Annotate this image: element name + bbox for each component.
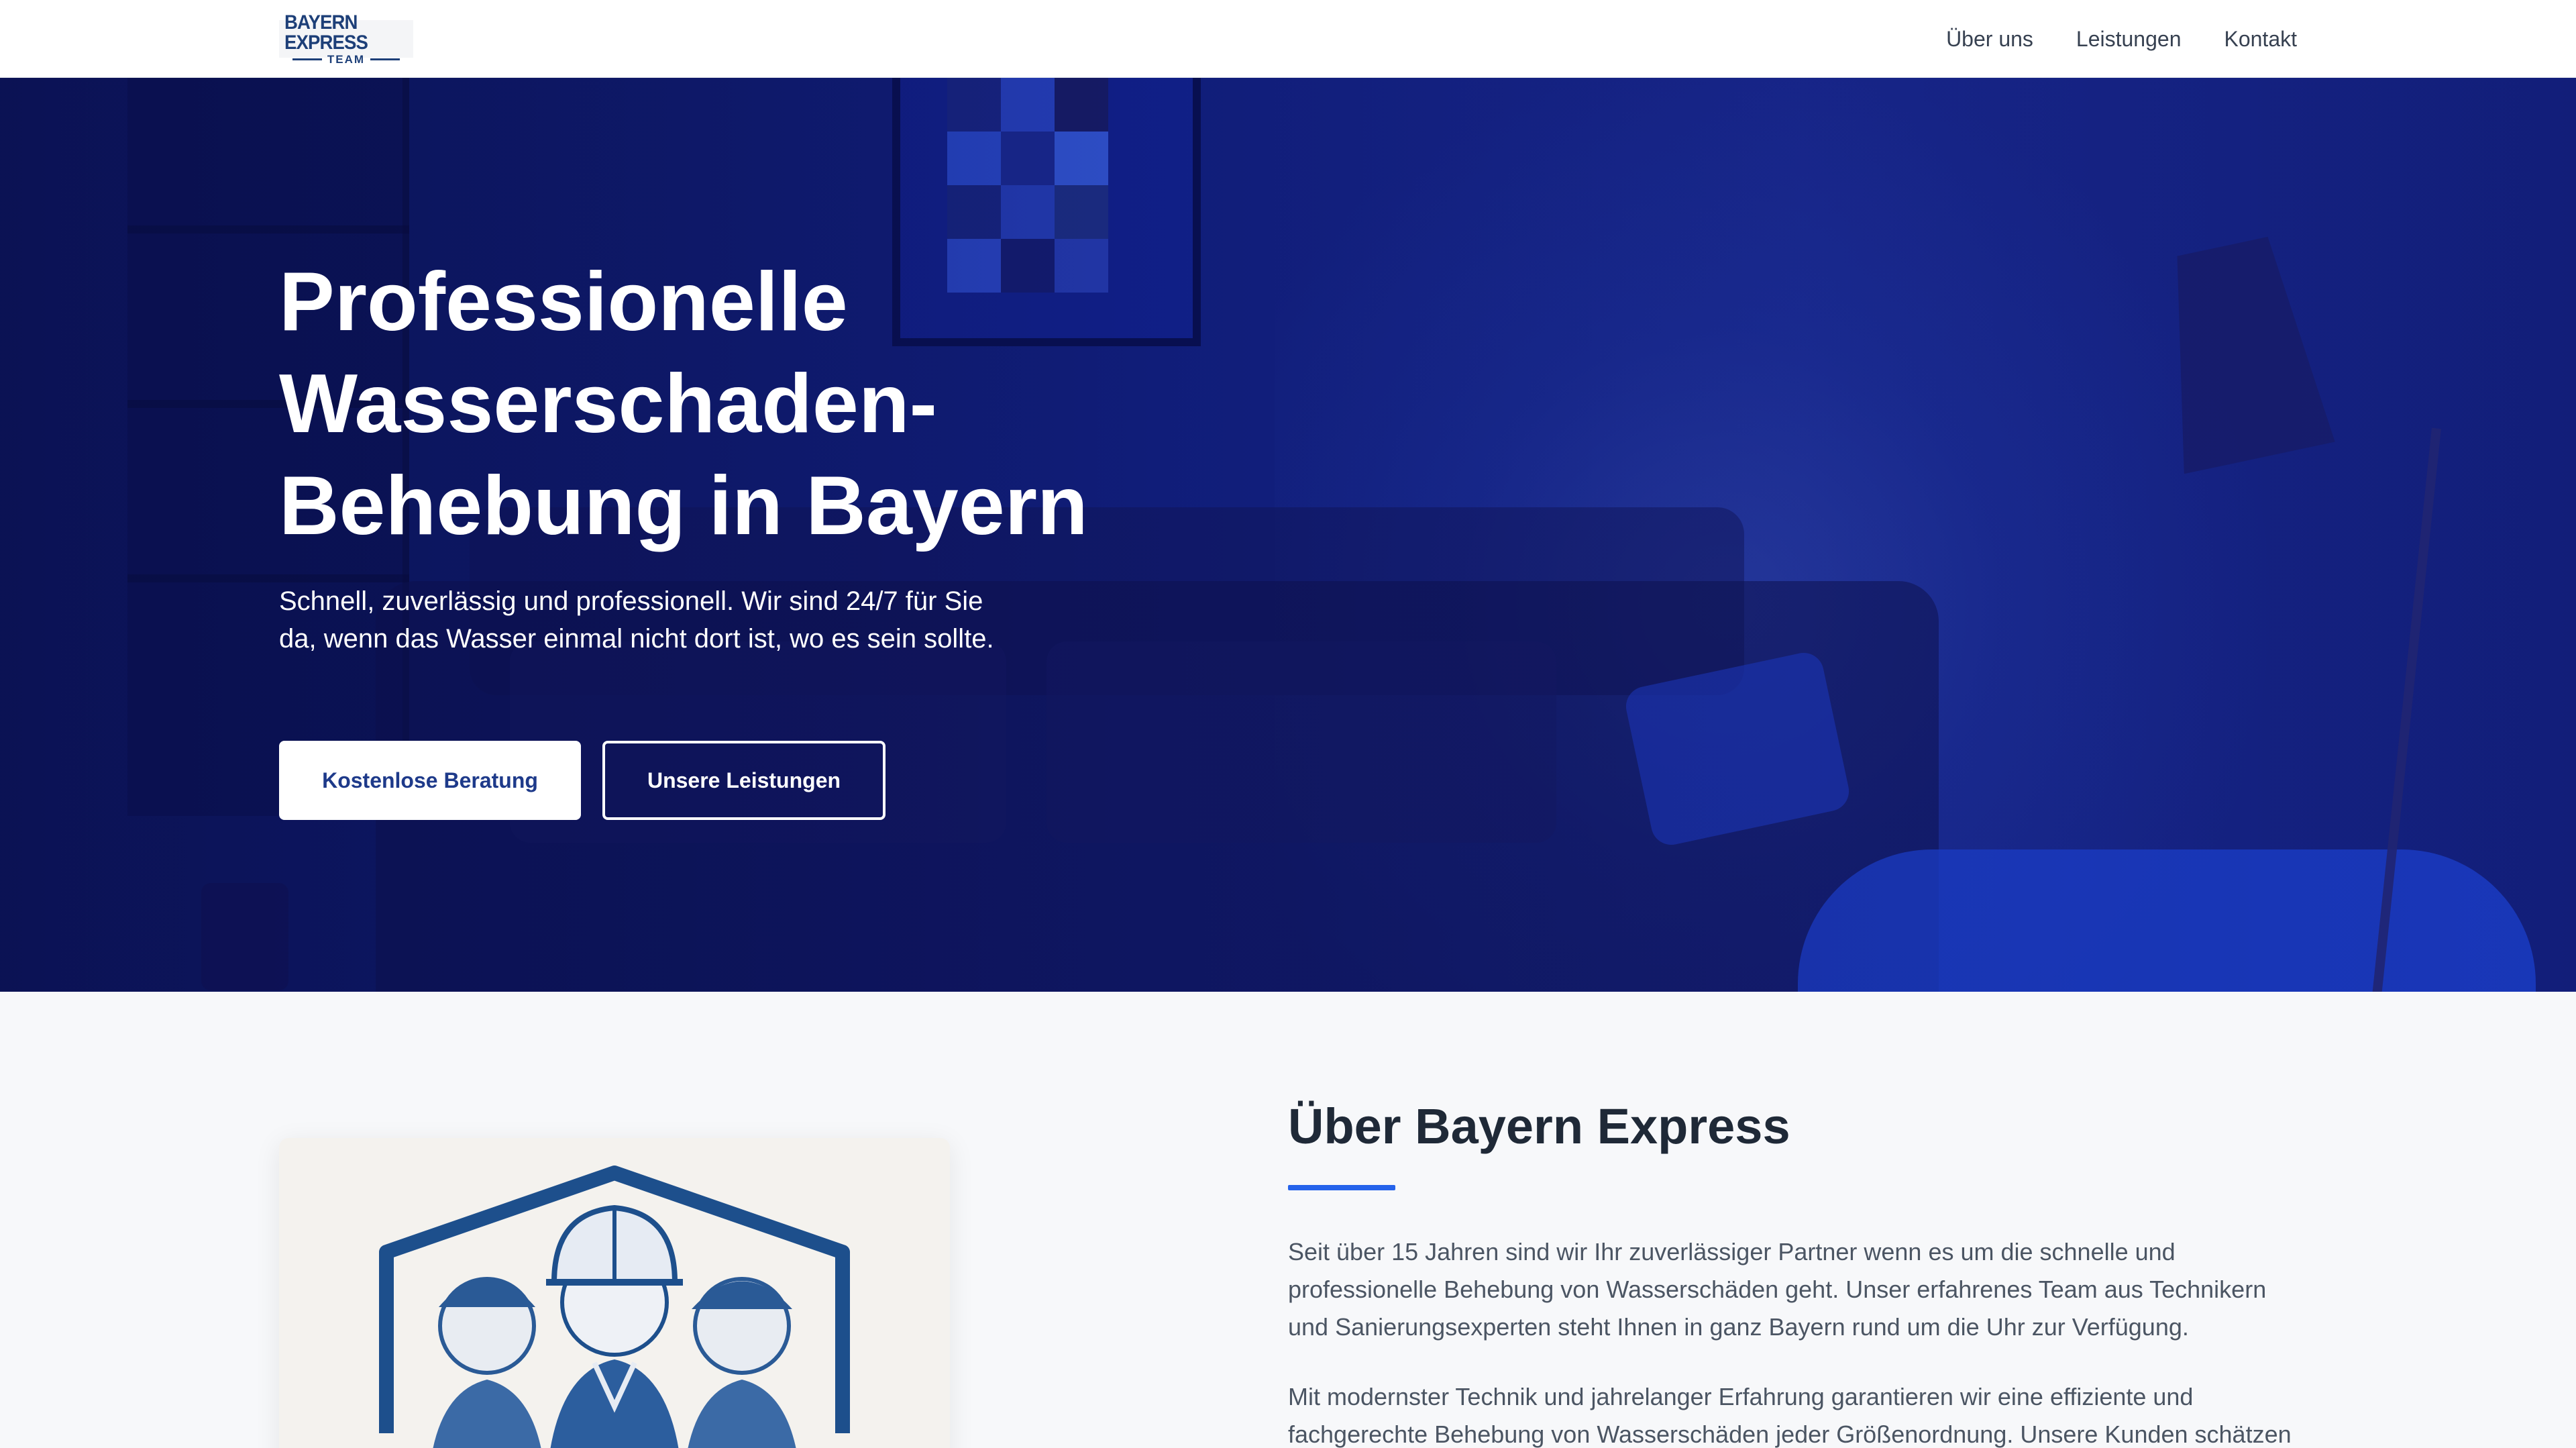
our-services-button[interactable]: Unsere Leistungen	[602, 741, 885, 820]
nav-link-leistungen[interactable]: Leistungen	[2076, 24, 2182, 54]
logo[interactable]: BAYERN EXPRESS TEAM	[279, 12, 413, 65]
nav-link-ueber-uns[interactable]: Über uns	[1946, 24, 2033, 54]
about-section: Über Bayern Express Seit über 15 Jahren …	[0, 992, 2576, 1448]
logo-team-text: TEAM	[327, 52, 366, 66]
site-header: BAYERN EXPRESS TEAM Über uns Leistungen …	[0, 0, 2576, 78]
hero-title-line: Behebung in Bayern	[279, 460, 1088, 552]
team-illustration	[379, 1166, 850, 1448]
logo-rule-right	[370, 58, 400, 60]
team-illustration-card	[279, 1138, 950, 1448]
about-title: Über Bayern Express	[1288, 1098, 1790, 1154]
main-nav: Über uns Leistungen Kontakt	[1946, 24, 2297, 54]
hero-section: Professionelle Wasserschaden- Behebung i…	[0, 78, 2576, 992]
hero-title-line: Professionelle	[279, 256, 848, 348]
about-paragraph-2: Mit modernster Technik und jahrelanger E…	[1288, 1383, 2292, 1448]
hero-subtitle: Schnell, zuverlässig und professionell. …	[279, 586, 994, 654]
hero-title-line: Wasserschaden-	[279, 358, 937, 450]
nav-link-kontakt[interactable]: Kontakt	[2224, 24, 2297, 54]
about-paragraph-1: Seit über 15 Jahren sind wir Ihr zuverlä…	[1288, 1238, 2267, 1341]
logo-wordmark: BAYERN EXPRESS	[284, 11, 368, 54]
hero-title: Professionelle Wasserschaden- Behebung i…	[279, 251, 1218, 557]
about-title-underline	[1288, 1185, 1395, 1190]
free-consultation-button[interactable]: Kostenlose Beratung	[279, 741, 581, 820]
logo-rule-left	[292, 58, 322, 60]
logo-subline: TEAM	[292, 52, 400, 66]
